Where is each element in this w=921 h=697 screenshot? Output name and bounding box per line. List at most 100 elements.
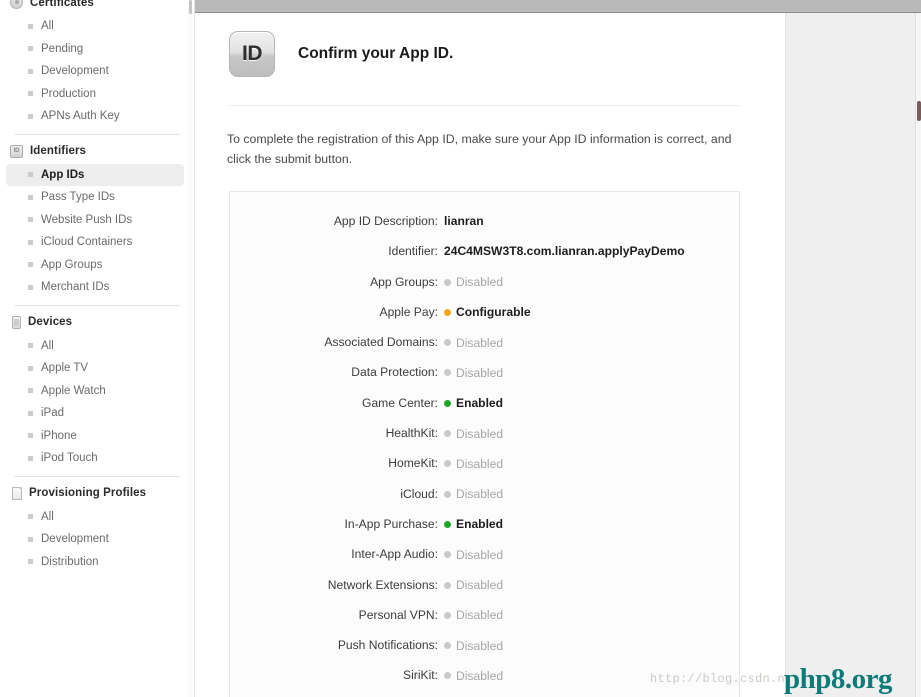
page-scrollbar[interactable] [915,13,921,697]
detail-label: App ID Description: [333,214,438,228]
sidebar-item-label: All [41,510,54,523]
sidebar-divider [14,133,180,135]
app-id-detail-panel: App ID Description: lianran Identifier: 24C… [229,191,740,697]
main-content: ID Confirm your App ID. To complete the … [196,13,785,697]
detail-value-text: Disabled [456,365,504,380]
sidebar-scrollbar-thumb[interactable] [189,0,192,14]
sidebar-item-label: Production [41,87,96,100]
page-title: Confirm your App ID. [298,45,454,62]
bullet-icon [28,536,33,542]
detail-value: Disabled [444,275,503,289]
sidebar-item-all[interactable]: All [6,335,184,358]
detail-value: Disabled [444,548,503,562]
detail-label: HomeKit: [388,456,438,471]
sidebar-divider [14,304,180,306]
detail-value-text: Disabled [456,487,504,502]
sidebar-item-ipad[interactable]: iPad [6,402,184,425]
sidebar-item-all[interactable]: All [6,506,184,529]
sidebar-item-distribution[interactable]: Distribution [6,551,184,574]
sidebar-item-iphone[interactable]: iPhone [6,425,184,448]
bullet-icon [28,343,33,349]
detail-label: Data Protection: [351,365,438,380]
sidebar-item-apple-tv[interactable]: Apple TV [6,357,184,380]
sidebar-item-apns-auth-key[interactable]: APNs Auth Key [6,105,184,128]
sidebar-header-label: Provisioning Profiles [29,487,147,499]
sidebar-item-pass-type-ids[interactable]: Pass Type IDs [6,186,184,209]
detail-value: Configurable [444,305,531,319]
detail-value-text: Enabled [456,517,504,532]
detail-value-text: Enabled [456,396,504,411]
sidebar-item-label: Apple Watch [41,384,106,397]
sidebar-content-divider [194,0,195,697]
status-dot-disabled-icon [444,460,451,468]
sidebar-group-devices: Devices All Apple TV Apple Watch iPad iPhone i… [0,312,190,470]
status-dot-disabled-icon [444,581,451,589]
sidebar: Certificates All Pending Development Product… [0,0,190,697]
sidebar-item-app-groups[interactable]: App Groups [6,254,184,277]
detail-value-text: Disabled [456,608,504,623]
detail-row: Inter-App Audio: Disabled [230,547,739,577]
detail-label: SiriKit: [403,668,438,683]
sidebar-item-website-push-ids[interactable]: Website Push IDs [6,209,184,232]
detail-label: App Groups: [370,274,438,289]
detail-value-text: 24C4MSW3T8.com.lianran.applyPayDemo [444,244,685,259]
detail-row: Network Extensions: Disabled [230,578,739,608]
sidebar-scrollbar[interactable] [188,0,193,697]
status-dot-disabled-icon [444,278,451,286]
sidebar-header-devices[interactable]: Devices [0,312,190,333]
sidebar-item-merchant-ids[interactable]: Merchant IDs [6,276,184,299]
sidebar-item-label: Development [41,533,109,546]
sidebar-item-label: Pending [41,42,84,55]
detail-value: Disabled [444,669,503,683]
bullet-icon [28,262,33,268]
detail-label: In-App Purchase: [344,516,438,531]
app-id-icon: ID [229,31,275,77]
detail-value: Disabled [444,336,503,350]
sidebar-item-label: App Groups [41,258,103,271]
sidebar-item-app-ids[interactable]: App IDs [6,163,184,186]
device-icon [12,315,21,329]
sidebar-header-provisioning-profiles[interactable]: Provisioning Profiles [0,483,190,504]
detail-row: HealthKit: Disabled [230,426,739,456]
sidebar-divider [14,475,180,477]
bullet-icon [28,455,33,461]
sidebar-item-development[interactable]: Development [6,528,184,551]
detail-row: Personal VPN: Disabled [230,608,739,638]
bullet-icon [28,113,33,119]
sidebar-item-production[interactable]: Production [6,83,184,106]
bullet-icon [28,410,33,416]
bullet-icon [28,194,33,200]
intro-text: To complete the registration of this App… [227,132,732,166]
status-dot-disabled-icon [444,611,451,619]
detail-value-text: Disabled [456,578,504,593]
sidebar-item-development[interactable]: Development [6,60,184,83]
sidebar-header-identifiers[interactable]: ID Identifiers [0,141,190,162]
detail-value-text: Disabled [456,335,504,350]
detail-label: HealthKit: [385,426,438,441]
status-dot-disabled-icon [444,672,451,680]
sidebar-item-label: All [41,20,54,33]
detail-row: App Groups: Disabled [230,275,739,305]
sidebar-item-label: iCloud Containers [41,236,133,249]
sidebar-item-all[interactable]: All [6,15,184,38]
detail-value: 24C4MSW3T8.com.lianran.applyPayDemo [444,244,685,258]
document-icon [12,486,22,500]
sidebar-header-label: Identifiers [30,145,87,157]
page-scrollbar-thumb[interactable] [917,101,921,121]
sidebar-item-label: iPod Touch [41,452,98,465]
sidebar-item-icloud-containers[interactable]: iCloud Containers [6,231,184,254]
status-dot-disabled-icon [444,430,451,438]
sidebar-group-provisioning-profiles: Provisioning Profiles All Development Distr… [0,483,190,574]
sidebar-item-ipod-touch[interactable]: iPod Touch [6,447,184,470]
detail-value-text: Disabled [456,456,504,471]
bullet-icon [28,68,33,74]
id-badge-icon: ID [10,144,23,158]
detail-row: iCloud: Disabled [230,487,739,517]
bullet-icon [28,365,33,371]
sidebar-item-apple-watch[interactable]: Apple Watch [6,380,184,403]
detail-value: Enabled [444,517,503,531]
status-dot-disabled-icon [444,551,451,559]
sidebar-item-pending[interactable]: Pending [6,38,184,61]
sidebar-header-certificates[interactable]: Certificates [0,0,190,13]
status-dot-disabled-icon [444,369,451,377]
